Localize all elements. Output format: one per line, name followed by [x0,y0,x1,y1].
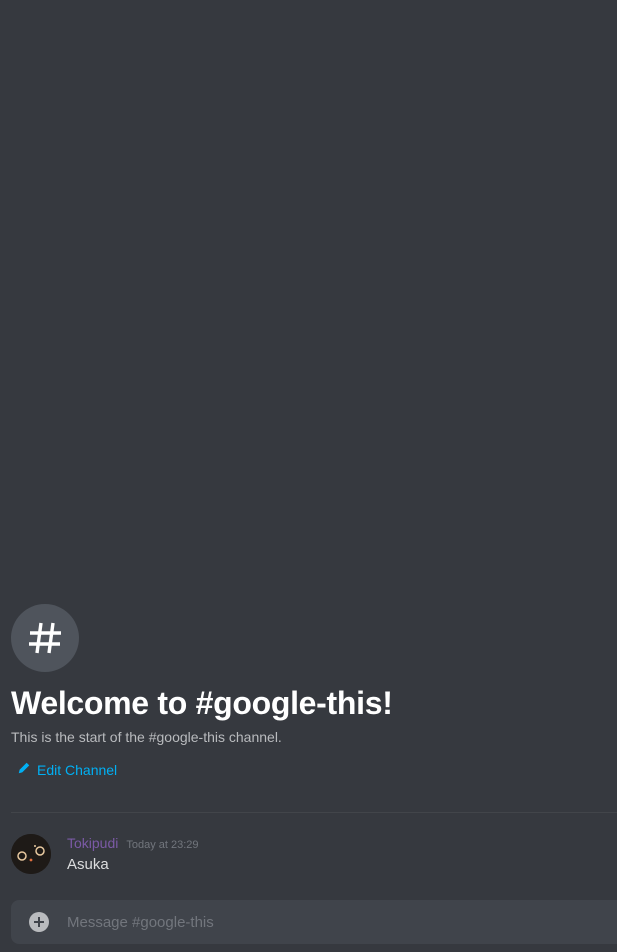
edit-channel-button[interactable]: Edit Channel [17,761,117,779]
message-composer [11,900,617,944]
pencil-icon [17,761,31,779]
edit-channel-label: Edit Channel [37,762,118,778]
message-item: Tokipudi Today at 23:29 Asuka [11,834,611,878]
welcome-subtitle: This is the start of the #google-this ch… [11,729,282,745]
message-header: Tokipudi Today at 23:29 [67,835,199,851]
chat-area: Welcome to #google-this! This is the sta… [0,0,617,952]
message-input[interactable] [67,913,617,931]
message-text: Asuka [67,856,109,873]
plus-circle-icon[interactable] [29,912,49,932]
avatar[interactable] [11,834,51,874]
divider [11,812,617,813]
timestamp: Today at 23:29 [126,839,199,851]
username[interactable]: Tokipudi [67,835,118,851]
channel-welcome: Welcome to #google-this! This is the sta… [11,604,611,780]
hash-icon [11,604,79,672]
welcome-title: Welcome to #google-this! [11,685,393,721]
